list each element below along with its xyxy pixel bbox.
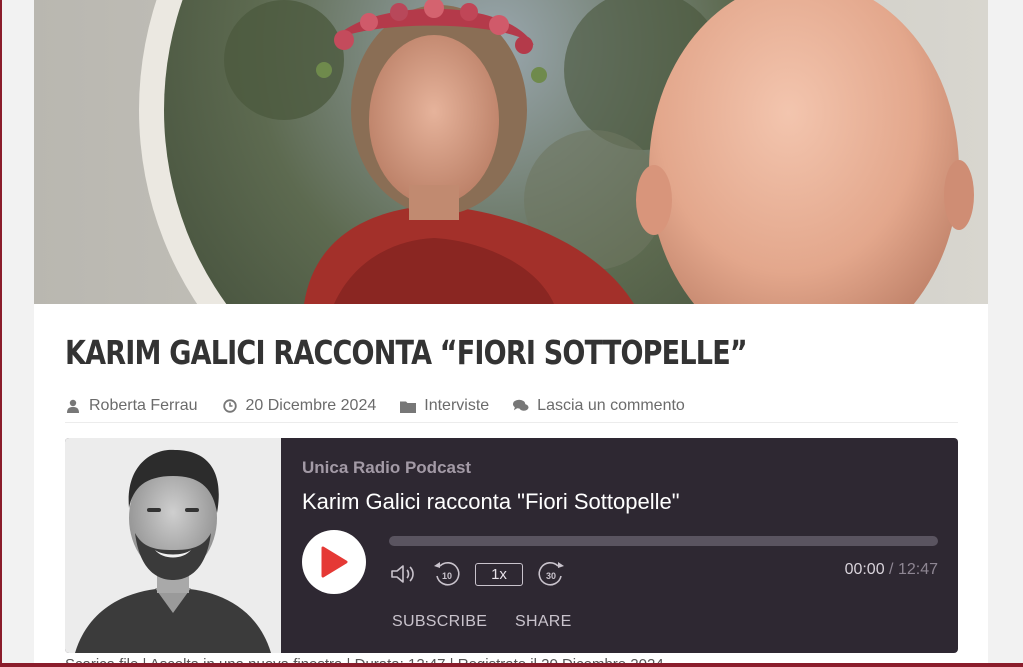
time-separator: / (884, 561, 898, 578)
podcast-player: Unica Radio Podcast Karim Galici raccont… (65, 438, 958, 653)
author-name[interactable]: Roberta Ferrau (89, 397, 198, 415)
progress-bar[interactable] (389, 536, 938, 546)
forward-icon: 30 (538, 562, 564, 586)
forward-button[interactable]: 30 (535, 560, 567, 588)
bottom-accent-bar (0, 663, 1023, 667)
rewind-icon: 10 (434, 562, 460, 586)
post-meta: Roberta Ferrau 20 Dicembre 2024 Intervis… (65, 396, 709, 416)
rewind-seconds: 10 (442, 571, 452, 581)
category-link[interactable]: Interviste (424, 397, 489, 415)
speed-button[interactable]: 1x (475, 563, 523, 586)
time-display: 00:00 / 12:47 (845, 561, 938, 579)
post-date: 20 Dicembre 2024 (245, 397, 377, 414)
meta-date: 20 Dicembre 2024 (222, 397, 377, 415)
meta-author[interactable]: Roberta Ferrau (65, 397, 198, 415)
podcast-show-name: Unica Radio Podcast (302, 458, 472, 477)
clock-icon (222, 398, 238, 414)
forward-seconds: 30 (546, 571, 556, 581)
volume-button[interactable] (389, 560, 419, 588)
user-icon (65, 398, 81, 414)
play-button[interactable] (302, 530, 366, 594)
episode-cover-image (65, 438, 281, 653)
page-edge-accent (0, 0, 2, 667)
featured-image (34, 0, 988, 304)
volume-icon (391, 565, 414, 583)
folder-icon (400, 398, 417, 414)
post-title: KARIM GALICI RACCONTA “FIORI SOTTOPELLE” (65, 333, 748, 372)
meta-comments[interactable]: Lascia un commento (513, 397, 685, 415)
subscribe-button[interactable]: SUBSCRIBE (392, 613, 487, 631)
meta-category[interactable]: Interviste (400, 397, 489, 415)
play-icon (321, 546, 348, 578)
comments-link[interactable]: Lascia un commento (537, 397, 685, 415)
post-card: KARIM GALICI RACCONTA “FIORI SOTTOPELLE”… (34, 0, 988, 667)
rewind-button[interactable]: 10 (431, 560, 463, 588)
current-time: 00:00 (844, 561, 885, 578)
share-button[interactable]: SHARE (515, 613, 572, 631)
meta-divider (65, 422, 958, 423)
comments-icon (513, 398, 529, 414)
duration: 12:47 (897, 561, 938, 578)
episode-title: Karim Galici racconta "Fiori Sottopelle" (302, 489, 680, 514)
